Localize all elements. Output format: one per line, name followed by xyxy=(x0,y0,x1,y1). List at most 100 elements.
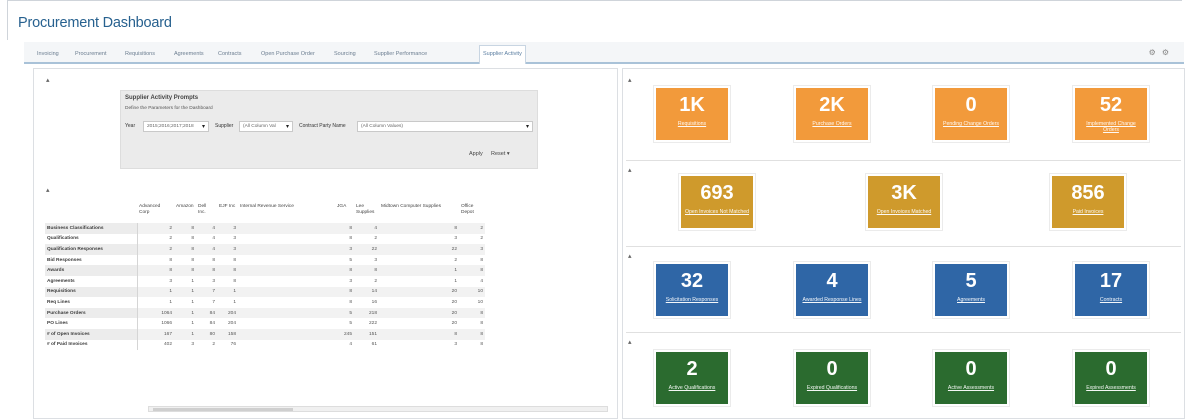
column-header[interactable]: Dell Inc. xyxy=(196,199,217,223)
active-qualifications-tile[interactable]: 2 Active Qualifications xyxy=(653,349,731,407)
tab-supplier-activity[interactable]: Supplier Activity xyxy=(479,45,526,64)
table-cell: 2 xyxy=(137,244,174,255)
tile-label[interactable]: Requisitions xyxy=(656,121,728,127)
tile-label[interactable]: Solicitation Responses xyxy=(656,297,728,303)
tab-invoicing[interactable]: Invoicing xyxy=(34,46,62,64)
tile-label[interactable]: Active Assessments xyxy=(935,385,1007,391)
supplier-activity-table: Advanced Corp Amazon Dell Inc. EJF Inc I… xyxy=(45,199,485,351)
table-row: Requisitions 1 1 7 1 8 14 20 10 xyxy=(45,286,485,298)
tab-procurement[interactable]: Procurement xyxy=(72,46,110,64)
implemented-change-orders-tile[interactable]: 52 Implemented Change Orders xyxy=(1072,85,1150,143)
table-cell: 4 xyxy=(349,342,352,348)
awarded-response-lines-tile[interactable]: 4 Awarded Response Lines xyxy=(793,261,871,319)
tab-requisitions[interactable]: Requisitions xyxy=(122,46,158,64)
pending-change-orders-tile[interactable]: 0 Pending Change Orders xyxy=(932,85,1010,143)
contracts-tile[interactable]: 17 Contracts xyxy=(1072,261,1150,319)
dashboard-tab-bar: Invoicing Procurement Requisitions Agree… xyxy=(24,42,1184,64)
table-cell: 2 xyxy=(169,236,172,242)
collapse-section-icon[interactable]: ▴ xyxy=(628,252,632,260)
solicitation-responses-tile[interactable]: 32 Solicitation Responses xyxy=(653,261,731,319)
paid-invoices-tile[interactable]: 856 Paid Invoices xyxy=(1049,173,1127,231)
contract-party-select[interactable]: (All Column Values) ▾ xyxy=(357,121,533,132)
settings-icon[interactable]: ⚙ xyxy=(1149,48,1162,57)
supplier-select[interactable]: (All Column Val ▾ xyxy=(239,121,293,132)
table-cell: 2 xyxy=(374,236,377,242)
table-cell: 158 xyxy=(217,328,238,340)
agreements-tile[interactable]: 5 Agreements xyxy=(932,261,1010,319)
section-divider xyxy=(626,246,1181,247)
table-cell: 3 xyxy=(217,244,238,255)
table-cell: 8 xyxy=(349,236,352,242)
tile-value: 52 xyxy=(1099,94,1123,116)
tile-label[interactable]: Contracts xyxy=(1075,297,1147,303)
tile-label[interactable]: Active Qualifications xyxy=(656,385,728,391)
column-header[interactable]: Office Depot xyxy=(459,199,485,223)
tab-agreements[interactable]: Agreements xyxy=(171,46,207,64)
tile-value: 2 xyxy=(686,358,698,380)
tile-value: 0 xyxy=(965,94,977,116)
table-cell: 5 xyxy=(335,307,354,319)
tab-contracts[interactable]: Contracts xyxy=(215,46,245,64)
table-cell: 8 xyxy=(480,342,483,348)
column-header[interactable]: JGA xyxy=(335,199,354,223)
table-cell: 3 xyxy=(233,236,236,242)
column-header[interactable]: Amazon xyxy=(174,199,196,223)
collapse-table-icon[interactable]: ▴ xyxy=(46,186,50,194)
expired-qualifications-tile[interactable]: 0 Expired Qualifications xyxy=(793,349,871,407)
collapse-section-icon[interactable]: ▴ xyxy=(628,166,632,174)
tab-supplier-performance[interactable]: Supplier Performance xyxy=(371,46,430,64)
table-cell: 1 xyxy=(174,286,196,298)
collapse-section-icon[interactable]: ▴ xyxy=(628,338,632,346)
apply-button[interactable]: Apply xyxy=(469,151,483,157)
tile-label[interactable]: Awarded Response Lines xyxy=(796,297,868,303)
column-header[interactable]: EJF Inc xyxy=(217,199,238,223)
tab-open-purchase-order[interactable]: Open Purchase Order xyxy=(258,46,318,64)
table-cell: 8 xyxy=(169,257,172,263)
table-horizontal-scrollbar[interactable] xyxy=(148,406,608,412)
column-header[interactable]: Midtown Computer Supplies xyxy=(379,199,459,223)
tile-label[interactable]: Pending Change Orders xyxy=(935,121,1007,127)
tile-label[interactable]: Agreements xyxy=(935,297,1007,303)
collapse-prompts-icon[interactable]: ▴ xyxy=(46,76,50,84)
reset-button[interactable]: Reset ▾ xyxy=(491,151,510,157)
year-label: Year xyxy=(125,123,136,129)
row-header: # of Paid Invoices xyxy=(45,339,138,351)
chevron-down-icon: ▾ xyxy=(285,124,289,130)
table-header-row: Advanced Corp Amazon Dell Inc. EJF Inc I… xyxy=(45,199,485,223)
tile-label[interactable]: Expired Assessments xyxy=(1075,385,1147,391)
tile-label[interactable]: Purchase Orders xyxy=(796,121,868,127)
table-cell: 8 xyxy=(379,328,459,340)
tile-label[interactable]: Expired Qualifications xyxy=(796,385,868,391)
open-invoices-not-matched-tile[interactable]: 693 Open Invoices Not Matched xyxy=(678,173,756,231)
active-assessments-tile[interactable]: 0 Active Assessments xyxy=(932,349,1010,407)
table-row: Bid Responses 8 8 8 8 5 3 2 8 xyxy=(45,254,485,266)
tile-label[interactable]: Open Invoices Not Matched xyxy=(681,209,753,215)
requisitions-tile[interactable]: 1K Requisitions xyxy=(653,85,731,143)
column-header[interactable]: Advanced Corp xyxy=(137,199,174,223)
expired-assessments-tile[interactable]: 0 Expired Assessments xyxy=(1072,349,1150,407)
options-icon[interactable]: ⚙ xyxy=(1162,48,1175,57)
table-cell: 151 xyxy=(354,328,379,340)
table-cell: 7 xyxy=(212,299,215,305)
scrollbar-thumb[interactable] xyxy=(153,408,293,411)
row-header: Qualifications xyxy=(45,233,138,245)
collapse-section-icon[interactable]: ▴ xyxy=(628,76,632,84)
tile-value: 1K xyxy=(679,94,705,116)
column-header[interactable]: Lee Supplies xyxy=(354,199,379,223)
column-header[interactable]: Internal Revenue Service xyxy=(238,199,335,223)
chevron-down-icon: ▾ xyxy=(201,124,205,130)
supplier-activity-prompts: Supplier Activity Prompts Define the Par… xyxy=(120,90,538,169)
tile-label[interactable]: Paid Invoices xyxy=(1052,209,1124,215)
tab-sourcing[interactable]: Sourcing xyxy=(331,46,359,64)
tile-label[interactable]: Open Invoices Matched xyxy=(868,209,940,215)
tile-label[interactable]: Implemented Change Orders xyxy=(1075,121,1147,133)
table-cell: 2 xyxy=(212,342,215,348)
table-cell: 167 xyxy=(137,328,174,340)
procurement-dashboard-app: Procurement Dashboard Invoicing Procurem… xyxy=(0,0,1185,419)
purchase-orders-tile[interactable]: 2K Purchase Orders xyxy=(793,85,871,143)
table-cell: 2 xyxy=(480,236,483,242)
open-invoices-matched-tile[interactable]: 3K Open Invoices Matched xyxy=(865,173,943,231)
table-cell: 20 xyxy=(379,307,459,319)
year-select[interactable]: 2015;2016;2017;2018 ▾ xyxy=(143,121,209,132)
table-cell: 4 xyxy=(196,244,217,255)
